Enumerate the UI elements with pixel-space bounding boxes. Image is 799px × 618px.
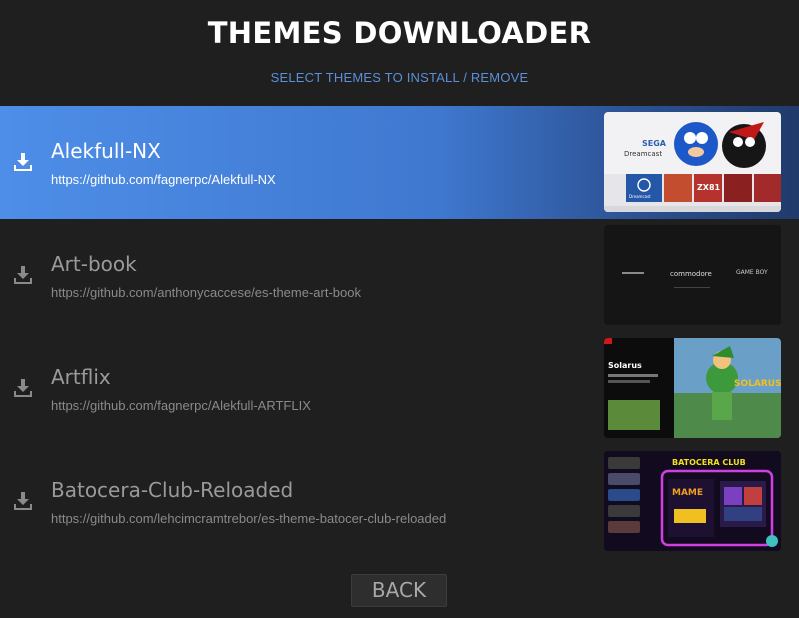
preview-logo-sub: Dreamcast xyxy=(624,150,662,158)
preview-logo-main: SEGA xyxy=(642,139,667,148)
theme-row-art-book[interactable]: Art-book https://github.com/anthonycacce… xyxy=(0,219,799,332)
theme-name: Art-book xyxy=(51,252,137,276)
preview-system: MAME xyxy=(672,488,703,498)
page-subtitle: SELECT THEMES TO INSTALL / REMOVE xyxy=(270,70,529,85)
page-title: THEMES DOWNLOADER xyxy=(207,16,592,50)
preview-logo: SOLARUS xyxy=(734,379,781,389)
theme-preview-image: SEGA Dreamcast Dreamcast ZX81 xyxy=(604,112,781,212)
theme-preview-image: SOLARUS Solarus xyxy=(604,338,781,438)
preview-tile-1: Dreamcast xyxy=(629,194,651,199)
theme-url: https://github.com/anthonycaccese/es-the… xyxy=(51,285,361,300)
preview-logo-1: commodore xyxy=(670,270,712,278)
theme-row-artflix[interactable]: Artflix https://github.com/fagnerpc/Alek… xyxy=(0,332,799,445)
theme-row-batocera-club-reloaded[interactable]: Batocera-Club-Reloaded https://github.co… xyxy=(0,445,799,558)
theme-name: Artflix xyxy=(51,365,111,389)
theme-url: https://github.com/fagnerpc/Alekfull-ART… xyxy=(51,398,311,413)
download-icon xyxy=(14,266,32,284)
themes-downloader-screen: THEMES DOWNLOADER SELECT THEMES TO INSTA… xyxy=(0,0,799,618)
preview-banner: BATOCERA CLUB xyxy=(672,458,746,467)
theme-name: Alekfull-NX xyxy=(51,139,161,163)
download-icon xyxy=(14,153,32,171)
download-icon xyxy=(14,379,32,397)
theme-preview-image: BATOCERA CLUB MAME xyxy=(604,451,781,551)
theme-name: Batocera-Club-Reloaded xyxy=(51,478,294,502)
preview-tile-2: ZX81 xyxy=(697,183,721,192)
theme-url: https://github.com/lehcimcramtrebor/es-t… xyxy=(51,511,447,526)
theme-row-alekfull-nx[interactable]: Alekfull-NX https://github.com/fagnerpc/… xyxy=(0,106,799,219)
theme-list: Alekfull-NX https://github.com/fagnerpc/… xyxy=(0,106,799,558)
theme-url: https://github.com/fagnerpc/Alekfull-NX xyxy=(51,172,276,187)
preview-heading: Solarus xyxy=(608,361,642,370)
back-button[interactable]: BACK xyxy=(351,574,447,607)
preview-logo-2: GAME BOY xyxy=(736,269,768,276)
download-icon xyxy=(14,492,32,510)
theme-preview-image: commodore GAME BOY xyxy=(604,225,781,325)
